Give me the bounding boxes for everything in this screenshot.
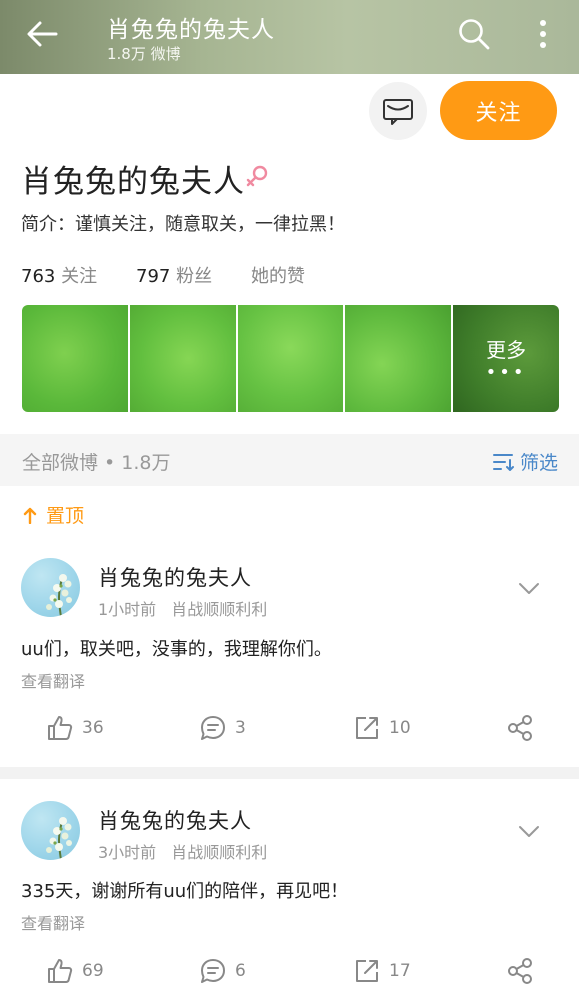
post-source: 肖战顺顺利利 [171, 600, 268, 619]
header-title: 肖兔兔的兔夫人 [107, 17, 275, 43]
post-divider [0, 767, 579, 779]
like-icon [48, 959, 73, 983]
profile-name: 肖兔兔的兔夫人 [21, 164, 245, 200]
like-icon [48, 716, 73, 740]
followers-count: 797 [136, 266, 171, 287]
header-subtitle: 1.8万 微博 [107, 45, 181, 63]
repost-count: 17 [389, 961, 411, 981]
chevron-down-icon[interactable] [518, 823, 540, 839]
post-author[interactable]: 肖兔兔的兔夫人 [98, 805, 252, 835]
following-count: 763 [21, 266, 56, 287]
post-content: 335天，谢谢所有uu们的陪伴，再见吧！ [21, 881, 349, 902]
share-button[interactable] [506, 957, 534, 985]
comment-button[interactable]: 3 [199, 714, 246, 742]
comment-icon [201, 716, 225, 740]
profile-header: 肖兔兔的兔夫人 1.8万 微博 [0, 0, 579, 74]
follow-button[interactable]: 关注 [440, 81, 557, 140]
filter-button[interactable]: 筛选 [492, 448, 558, 475]
post-content: uu们，取关吧，没事的，我理解你们。 [21, 639, 332, 660]
following-label: 关注 [61, 266, 98, 287]
repost-icon [356, 717, 378, 739]
post-meta: 1小时前 肖战顺顺利利 [98, 596, 267, 620]
more-vertical-icon[interactable] [530, 16, 556, 52]
comment-icon [201, 959, 225, 983]
pin-up-arrow-icon [23, 507, 37, 524]
feed-section-bar: 全部微博 • 1.8万 筛选 [0, 434, 579, 486]
post-author[interactable]: 肖兔兔的兔夫人 [98, 562, 252, 592]
filter-icon [493, 453, 514, 471]
share-button[interactable] [506, 714, 534, 742]
comment-count: 3 [235, 718, 246, 738]
photo-thumbnail[interactable] [129, 305, 236, 412]
photo-thumbnail[interactable] [345, 305, 452, 412]
likes-stat[interactable]: 她的赞 [251, 262, 305, 288]
post-time: 1小时前 [98, 600, 157, 619]
avatar-flower-icon [46, 574, 72, 617]
post-time: 3小时前 [98, 843, 157, 862]
message-icon [383, 99, 413, 125]
pinned-label: 置顶 [22, 501, 84, 528]
share-icon [508, 715, 532, 741]
female-icon [246, 165, 268, 187]
search-icon[interactable] [456, 16, 492, 52]
post-actions: 36 3 10 [0, 714, 579, 744]
profile-bio: 简介：谨慎关注，随意取关，一律拉黑！ [21, 214, 345, 235]
following-stat[interactable]: 763 关注 [21, 262, 97, 288]
repost-icon [356, 960, 378, 982]
repost-count: 10 [389, 718, 411, 738]
repost-button[interactable]: 10 [353, 714, 411, 742]
comment-button[interactable]: 6 [199, 957, 246, 985]
more-photos-button[interactable]: 更多 ••• [453, 305, 559, 412]
like-count: 69 [82, 961, 104, 981]
photo-strip: 更多 ••• [22, 305, 559, 412]
more-dots-icon: ••• [485, 362, 527, 383]
post-meta: 3小时前 肖战顺顺利利 [98, 839, 267, 863]
like-count: 36 [82, 718, 104, 738]
translate-link[interactable]: 查看翻译 [21, 668, 85, 692]
share-icon [508, 958, 532, 984]
photo-thumbnail[interactable] [22, 305, 128, 412]
comment-count: 6 [235, 961, 246, 981]
followers-stat[interactable]: 797 粉丝 [136, 262, 212, 288]
followers-label: 粉丝 [176, 266, 213, 287]
more-photos-label: 更多 [486, 338, 527, 362]
likes-label: 她的赞 [251, 266, 305, 287]
message-button[interactable] [369, 82, 427, 140]
translate-link[interactable]: 查看翻译 [21, 910, 85, 934]
back-arrow-icon[interactable] [22, 14, 62, 54]
more-photos-overlay: 更多 ••• [453, 305, 559, 412]
filter-label: 筛选 [520, 452, 559, 474]
post-source: 肖战顺顺利利 [171, 843, 268, 862]
repost-button[interactable]: 17 [353, 957, 411, 985]
avatar[interactable] [21, 558, 80, 617]
post-actions: 69 6 17 [0, 957, 579, 987]
photo-thumbnail[interactable] [237, 305, 344, 412]
chevron-down-icon[interactable] [518, 580, 540, 596]
avatar[interactable] [21, 801, 80, 860]
like-button[interactable]: 36 [46, 714, 104, 742]
like-button[interactable]: 69 [46, 957, 104, 985]
feed-count-label: 全部微博 • 1.8万 [22, 452, 171, 474]
avatar-flower-icon [46, 817, 72, 860]
pinned-text: 置顶 [46, 505, 85, 527]
